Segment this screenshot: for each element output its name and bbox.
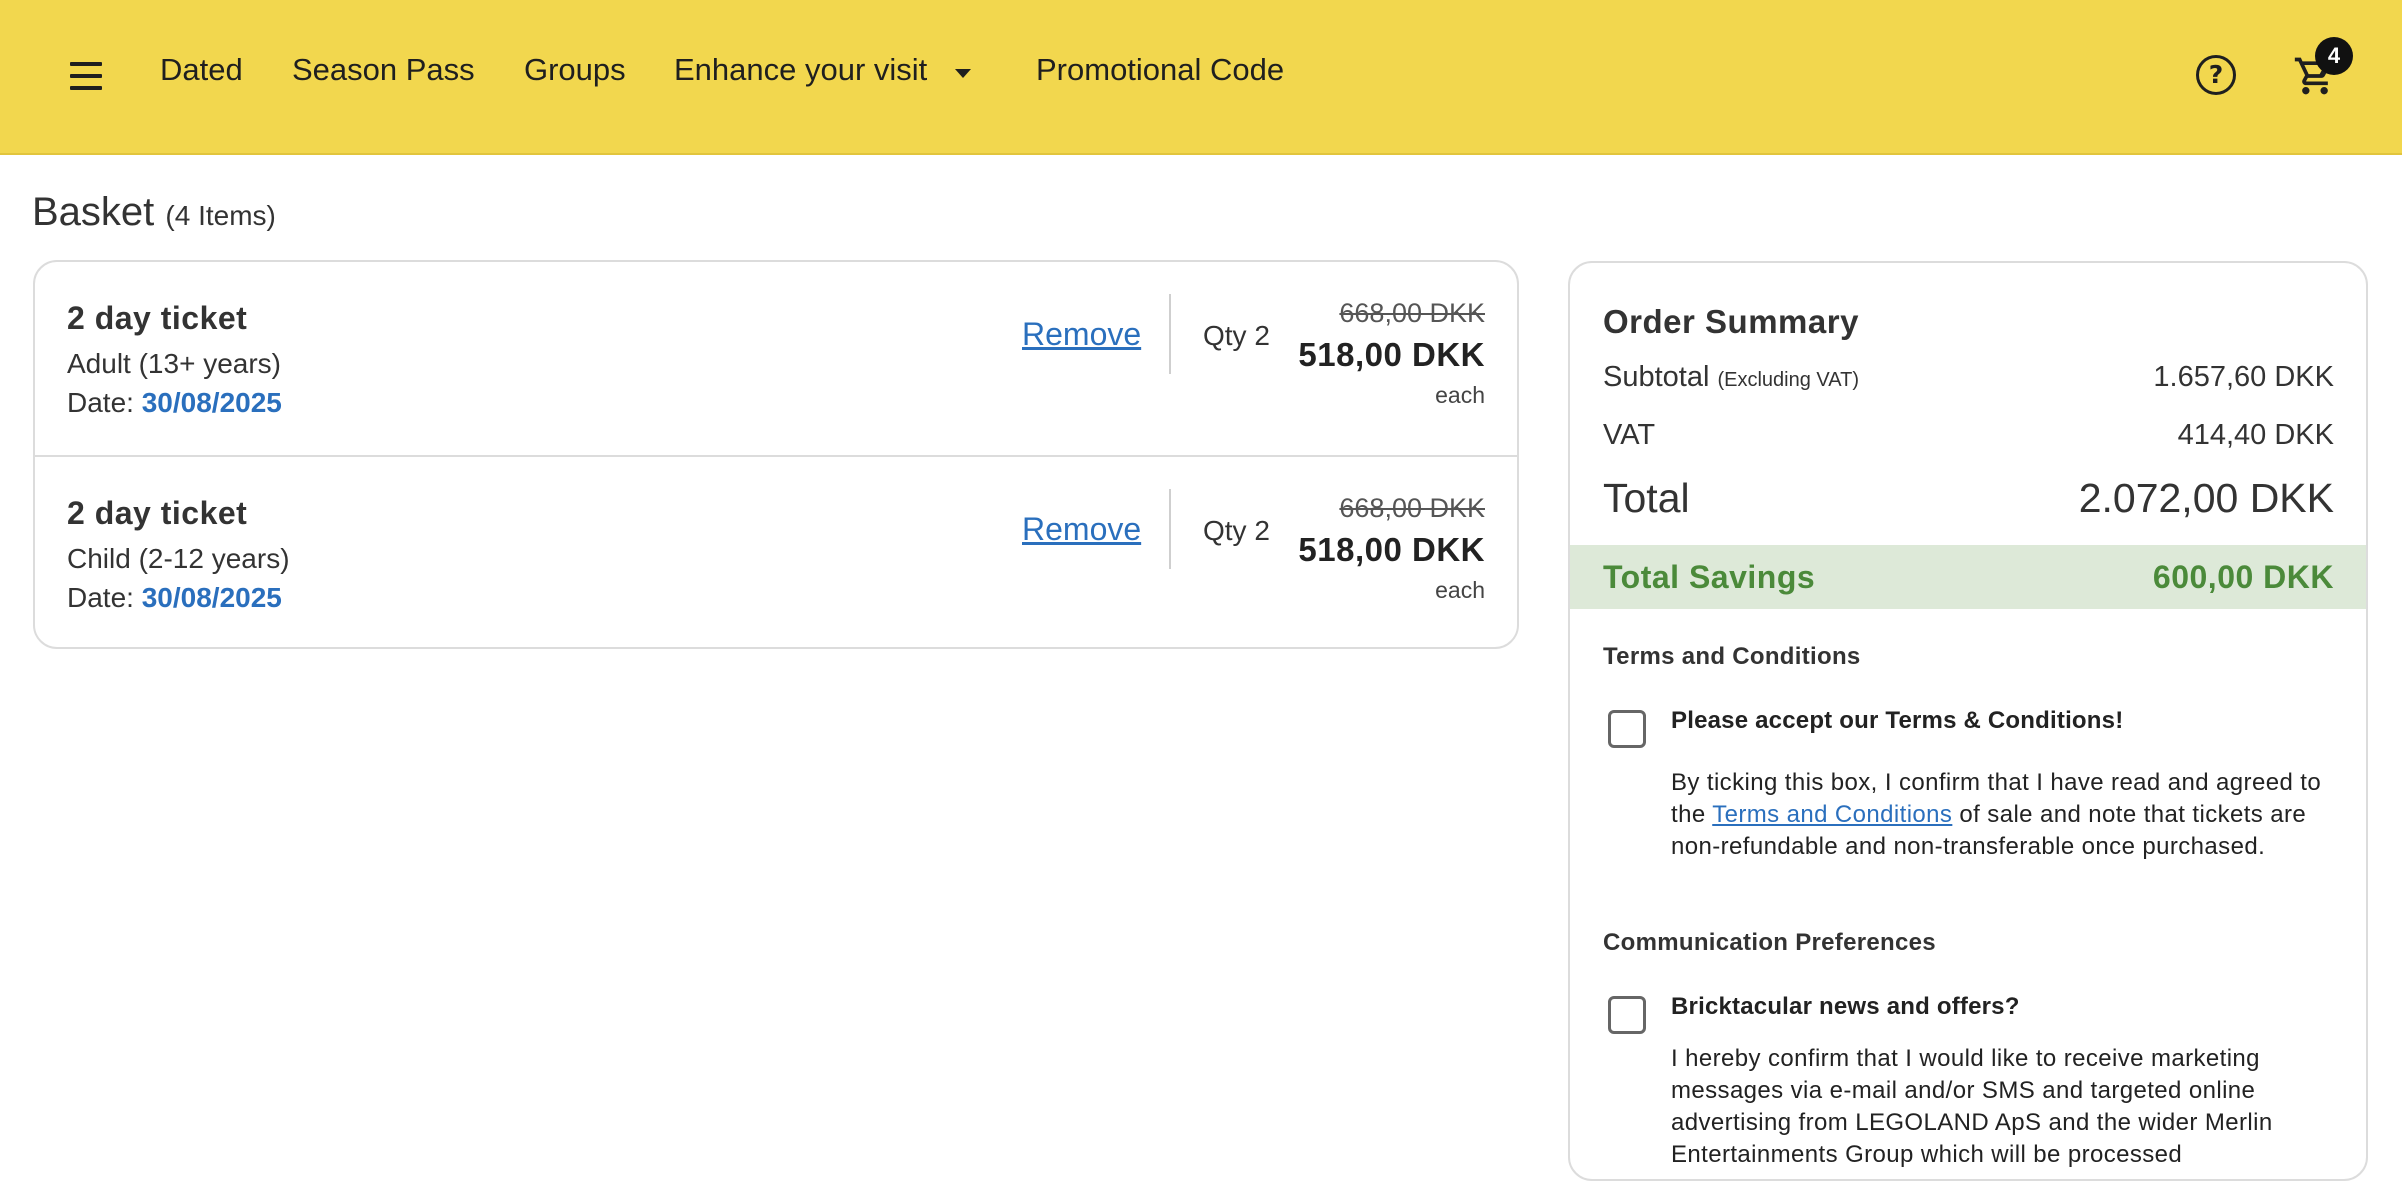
nav-item-promotional-code[interactable]: Promotional Code — [1036, 52, 1284, 88]
communication-preferences-heading: Communication Preferences — [1603, 929, 1936, 956]
price-unit: each — [1435, 577, 1485, 603]
ticket-name: 2 day ticket — [67, 300, 248, 336]
terms-checkbox[interactable] — [1608, 710, 1646, 748]
subtotal-note: (Excluding VAT) — [1717, 369, 1860, 391]
date-label: Date: — [67, 582, 134, 613]
vat-label: VAT — [1603, 419, 1656, 451]
item-quantity: Qty 2 — [1203, 515, 1270, 546]
vat-value: 414,40 DKK — [2177, 419, 2334, 451]
vat-row: VAT 414,40 DKK — [1603, 419, 2334, 452]
ticket-type: Child (2-12 years) — [67, 543, 290, 574]
subtotal-row: Subtotal (Excluding VAT) 1.657,60 DKK — [1603, 361, 2334, 394]
total-savings-row: Total Savings 600,00 DKK — [1570, 545, 2366, 609]
divider — [1169, 294, 1171, 374]
nav-item-enhance-your-visit[interactable]: Enhance your visit — [674, 52, 927, 88]
nav-item-season-pass[interactable]: Season Pass — [292, 52, 475, 88]
date-value: 30/08/2025 — [141, 387, 282, 418]
item-quantity: Qty 2 — [1203, 320, 1270, 351]
discounted-price: 518,00 DKK — [1298, 336, 1485, 373]
original-price: 668,00 DKK — [1339, 298, 1485, 328]
basket-title: Basket — [32, 190, 155, 234]
basket-items-card: 2 day ticket Adult (13+ years) Date: 30/… — [33, 260, 1519, 649]
remove-item-button[interactable]: Remove — [1022, 316, 1141, 353]
date-label: Date: — [67, 387, 134, 418]
total-value: 2.072,00 DKK — [2078, 475, 2334, 521]
subtotal-label: Subtotal — [1603, 361, 1710, 393]
nav-item-dated[interactable]: Dated — [160, 52, 243, 88]
basket-item: 2 day ticket Adult (13+ years) Date: 30/… — [35, 262, 1517, 455]
basket-item-count: (4 Items) — [165, 200, 276, 231]
basket-item: 2 day ticket Child (2-12 years) Date: 30… — [35, 455, 1517, 648]
ticket-date: Date: 30/08/2025 — [67, 387, 282, 419]
remove-item-button[interactable]: Remove — [1022, 511, 1141, 548]
total-row: Total 2.072,00 DKK — [1603, 475, 2334, 522]
discounted-price: 518,00 DKK — [1298, 531, 1485, 568]
marketing-optin-description: I hereby confirm that I would like to re… — [1671, 1045, 2273, 1168]
terms-description: By ticking this box, I confirm that I ha… — [1671, 767, 2341, 863]
basket-heading: Basket (4 Items) — [32, 190, 276, 235]
ticket-name: 2 day ticket — [67, 495, 248, 531]
savings-value: 600,00 DKK — [2152, 559, 2334, 595]
savings-label: Total Savings — [1603, 559, 1816, 595]
marketing-optin-label: Bricktacular news and offers? — [1671, 993, 2020, 1020]
nav-item-groups[interactable]: Groups — [524, 52, 626, 88]
top-navigation-bar: Dated Season Pass Groups Enhance your vi… — [0, 0, 2402, 155]
chevron-down-icon[interactable] — [955, 69, 971, 78]
ticket-date: Date: 30/08/2025 — [67, 582, 282, 614]
terms-and-conditions-link[interactable]: Terms and Conditions — [1712, 801, 1952, 828]
date-value: 30/08/2025 — [141, 582, 282, 613]
order-summary-title: Order Summary — [1603, 303, 1859, 340]
help-icon[interactable]: ? — [2196, 55, 2236, 95]
terms-checkbox-label: Please accept our Terms & Conditions! — [1671, 707, 2124, 734]
divider — [1169, 489, 1171, 569]
terms-heading: Terms and Conditions — [1603, 643, 1861, 670]
marketing-optin-checkbox[interactable] — [1608, 996, 1646, 1034]
original-price: 668,00 DKK — [1339, 493, 1485, 523]
total-label: Total — [1603, 475, 1690, 521]
ticket-type: Adult (13+ years) — [67, 348, 281, 379]
subtotal-value: 1.657,60 DKK — [2153, 361, 2334, 393]
hamburger-menu-icon[interactable] — [66, 58, 110, 94]
order-summary-panel: Order Summary Subtotal (Excluding VAT) 1… — [1568, 261, 2368, 1181]
cart-count-badge: 4 — [2315, 37, 2353, 75]
price-unit: each — [1435, 382, 1485, 408]
